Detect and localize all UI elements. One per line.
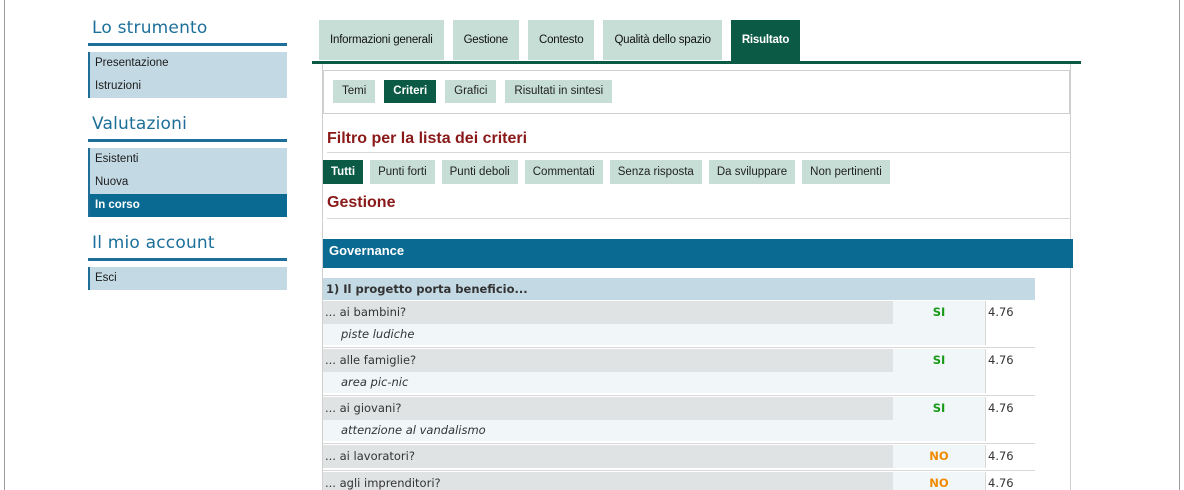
tab-risultato[interactable]: Risultato (730, 20, 801, 61)
tab-contesto[interactable]: Contesto (528, 20, 595, 60)
sidebar-heading-account: Il mio account (88, 231, 287, 261)
sidebar-item-presentazione[interactable]: Presentazione (88, 52, 287, 75)
question-title: 1) Il progetto porta beneficio... (323, 278, 1035, 300)
criterion-comment: area pic-nic (323, 372, 985, 393)
sidebar-item-in-corso[interactable]: In corso (88, 194, 287, 217)
subtab-temi[interactable]: Temi (333, 80, 376, 103)
filter-title: Filtro per la lista dei criteri (327, 130, 1071, 153)
subtab-criteri[interactable]: Criteri (384, 80, 437, 103)
filter-punti-forti[interactable]: Punti forti (370, 160, 435, 184)
criterion-comment: attenzione al vandalismo (323, 420, 985, 441)
sidebar-section-account: Il mio account Esci (88, 231, 287, 290)
criterion-label: ... alle famiglie? (323, 349, 893, 372)
row-divider (323, 393, 1035, 396)
tab-gestione[interactable]: Gestione (452, 20, 519, 60)
answer-badge: SI (893, 397, 985, 420)
filter-non-pertinenti[interactable]: Non pertinenti (802, 160, 890, 184)
criterion-score: 4.76 (985, 349, 1035, 372)
subtab-risultati-in-sintesi[interactable]: Risultati in sintesi (505, 80, 613, 103)
sidebar: Lo strumento Presentazione Istruzioni Va… (88, 16, 287, 304)
criterion-score: 4.76 (985, 397, 1035, 420)
table-row: ... agli imprenditori? NO 4.76 (323, 472, 1035, 490)
filter-commentati[interactable]: Commentati (524, 160, 603, 184)
tab-informazioni-generali[interactable]: Informazioni generali (319, 20, 444, 60)
comment-row: attenzione al vandalismo (323, 420, 1035, 441)
filter-senza-risposta[interactable]: Senza risposta (609, 160, 702, 184)
criterion-comment: piste ludiche (323, 324, 985, 345)
filter-tutti[interactable]: Tutti (323, 160, 364, 184)
filter-punti-deboli[interactable]: Punti deboli (441, 160, 518, 184)
sidebar-item-esistenti[interactable]: Esistenti (88, 148, 287, 171)
section-title-gestione: Gestione (327, 194, 1071, 219)
criterion-score: 4.76 (985, 445, 1035, 468)
comment-score-cell (985, 324, 1035, 345)
sidebar-heading-tool: Lo strumento (88, 16, 287, 46)
row-divider (323, 468, 1035, 471)
criterion-score: 4.76 (985, 301, 1035, 324)
table-row: ... ai bambini? SI 4.76 (323, 301, 1035, 324)
criterion-label: ... ai lavoratori? (323, 445, 893, 468)
comment-score-cell (985, 420, 1035, 441)
filter-da-sviluppare[interactable]: Da sviluppare (708, 160, 796, 184)
sidebar-item-istruzioni[interactable]: Istruzioni (88, 75, 287, 98)
criterion-label: ... ai giovani? (323, 397, 893, 420)
criteria-filters: Tutti Punti forti Punti deboli Commentat… (323, 160, 890, 184)
top-tabs: Informazioni generali Gestione Contesto … (312, 20, 1081, 61)
table-row: ... alle famiglie? SI 4.76 (323, 349, 1035, 372)
table-row: ... ai giovani? SI 4.76 (323, 397, 1035, 420)
comment-score-cell (985, 372, 1035, 393)
row-divider (323, 441, 1035, 444)
sidebar-section-tool: Lo strumento Presentazione Istruzioni (88, 16, 287, 98)
result-panel: Temi Criteri Grafici Risultati in sintes… (322, 64, 1073, 490)
criterion-score: 4.76 (985, 472, 1035, 490)
window-border-left (4, 0, 5, 490)
group-header-governance: Governance (323, 239, 1073, 268)
criterion-label: ... ai bambini? (323, 301, 893, 324)
answer-badge: SI (893, 301, 985, 324)
main-content: Informazioni generali Gestione Contesto … (312, 20, 1081, 490)
answer-badge: SI (893, 349, 985, 372)
subtabs-box: Temi Criteri Grafici Risultati in sintes… (323, 70, 1070, 114)
tab-qualita-dello-spazio[interactable]: Qualità dello spazio (603, 20, 722, 60)
row-divider (323, 345, 1035, 348)
criterion-label: ... agli imprenditori? (323, 472, 893, 490)
answer-badge: NO (893, 472, 985, 490)
comment-row: piste ludiche (323, 324, 1035, 345)
comment-row: area pic-nic (323, 372, 1035, 393)
sidebar-item-esci[interactable]: Esci (88, 267, 287, 290)
sidebar-item-nuova[interactable]: Nuova (88, 171, 287, 194)
answer-badge: NO (893, 445, 985, 468)
window-border-right (1179, 0, 1180, 490)
table-row: ... ai lavoratori? NO 4.76 (323, 445, 1035, 468)
criteria-table: 1) Il progetto porta beneficio... ... ai… (323, 278, 1035, 490)
subtab-grafici[interactable]: Grafici (445, 80, 497, 103)
sidebar-section-valutazioni: Valutazioni Esistenti Nuova In corso (88, 112, 287, 217)
sidebar-heading-valutazioni: Valutazioni (88, 112, 287, 142)
